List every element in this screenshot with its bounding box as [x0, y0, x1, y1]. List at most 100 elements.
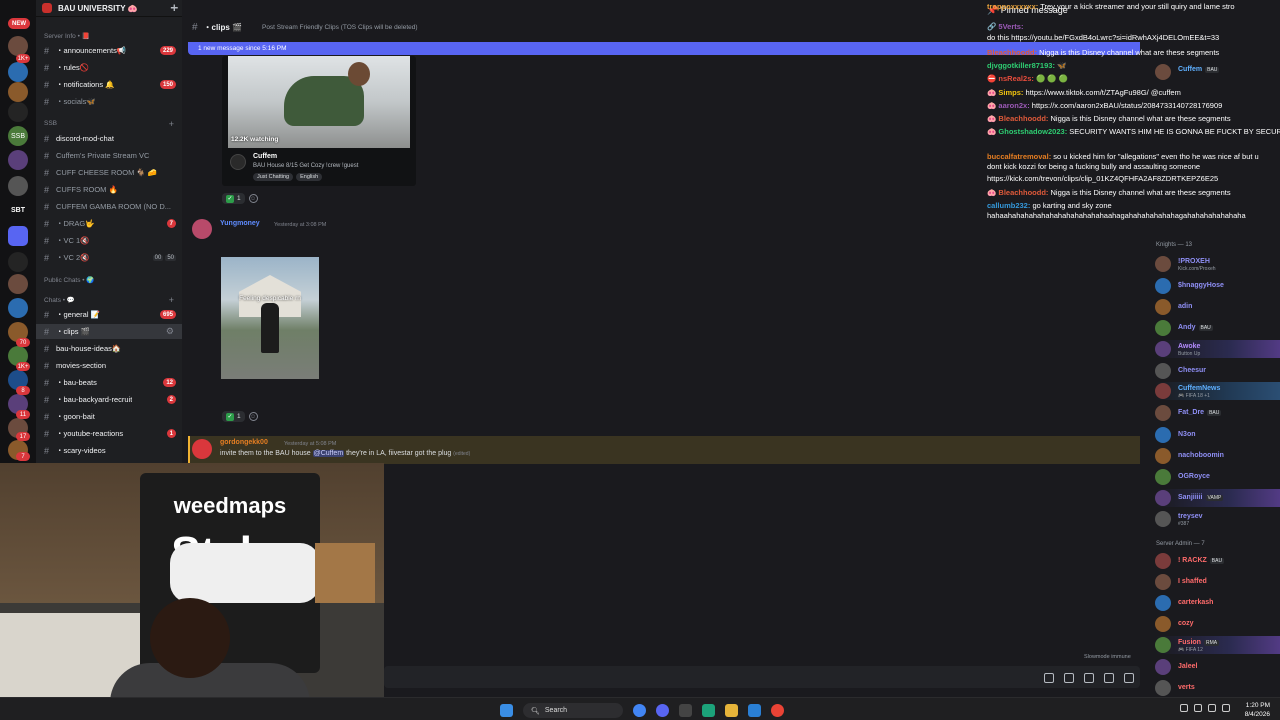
member-item[interactable]: treysev #387: [1155, 510, 1280, 528]
obs-icon[interactable]: [679, 704, 692, 717]
member-item[interactable]: I shaffed: [1155, 573, 1280, 591]
folder-icon[interactable]: [725, 704, 738, 717]
member-item[interactable]: verts: [1155, 679, 1280, 697]
channel-topic[interactable]: Post Stream Friendly Clips (TOS Clips wi…: [262, 24, 418, 31]
server-icon[interactable]: [8, 176, 28, 196]
channel-category[interactable]: Public Chats • 🌍: [36, 272, 182, 287]
avatar[interactable]: [192, 219, 212, 239]
new-badge[interactable]: NEW: [8, 18, 30, 29]
message-input[interactable]: [384, 666, 1140, 688]
stream-thumbnail[interactable]: [228, 56, 410, 148]
member-item[interactable]: $hnaggyHose: [1155, 277, 1280, 295]
channel-item[interactable]: # ・youtube-reactions 1: [36, 426, 182, 441]
stream-tag[interactable]: Just Chatting: [253, 173, 294, 181]
stream-tag[interactable]: English: [296, 173, 323, 181]
channel-category[interactable]: SSB +: [36, 116, 182, 131]
server-icon[interactable]: [8, 252, 28, 272]
member-item[interactable]: Fusion RMA 🎮 FIFA 12: [1155, 636, 1280, 654]
channel-item[interactable]: # ・bau-backyard-recruit 2: [36, 392, 182, 407]
reaction-check[interactable]: ✓ 1: [222, 193, 245, 204]
gift-icon[interactable]: [1044, 673, 1054, 683]
channel-item[interactable]: # ・scary-videos: [36, 443, 182, 458]
battery-icon[interactable]: [1222, 704, 1230, 712]
member-item[interactable]: N3on: [1155, 426, 1280, 444]
app-icon[interactable]: [702, 704, 715, 717]
channel-item[interactable]: # ・DRAG🤟 7: [36, 216, 182, 231]
server-header[interactable]: BAU UNIVERSITY 🐽 ➕︎: [36, 0, 182, 17]
add-channel-icon[interactable]: +: [169, 119, 174, 129]
member-item[interactable]: Fat_Dre BAU: [1155, 404, 1280, 422]
message-author[interactable]: gordongekk00: [220, 439, 268, 446]
member-item[interactable]: Sanjiiiii VAMP: [1155, 489, 1280, 507]
stream-embed[interactable]: 12.2K watching Cuffem BAU House 8/15 Get…: [222, 56, 416, 186]
add-reaction-icon[interactable]: ☺: [248, 412, 258, 421]
channel-item[interactable]: # ・bau-beats 12: [36, 375, 182, 390]
user-mention[interactable]: @Cuffem: [312, 450, 345, 457]
apps-icon[interactable]: [1124, 673, 1134, 683]
wifi-icon[interactable]: [1194, 704, 1202, 712]
channel-item[interactable]: # CUFF CHEESE ROOM 🐐 🧀: [36, 165, 182, 180]
member-item[interactable]: carterkash: [1155, 594, 1280, 612]
member-item[interactable]: nachoboomin: [1155, 447, 1280, 465]
channel-item[interactable]: # Cuffem's Private Stream VC: [36, 148, 182, 163]
channel-item[interactable]: # ・goon-bait: [36, 409, 182, 424]
emoji-icon[interactable]: [1104, 673, 1114, 683]
add-channel-icon[interactable]: +: [169, 295, 174, 305]
server-icon[interactable]: [8, 274, 28, 294]
member-item[interactable]: CuffemNews 🎮 FIFA 18 +1: [1155, 382, 1280, 400]
add-member-icon[interactable]: ➕︎: [170, 3, 178, 14]
server-icon[interactable]: [8, 150, 28, 170]
server-icon[interactable]: [8, 102, 28, 122]
channel-item[interactable]: # CUFFEM GAMBA ROOM (NO D...: [36, 199, 182, 214]
channel-item[interactable]: # ・VC 2🔇 00 50: [36, 250, 182, 265]
member-item[interactable]: Cheesur: [1155, 362, 1280, 380]
member-item[interactable]: ! RACKZ BAU: [1155, 552, 1280, 570]
member-item[interactable]: cozy: [1155, 615, 1280, 633]
member-item[interactable]: Jaleel: [1155, 658, 1280, 676]
app-icon[interactable]: [748, 704, 761, 717]
server-icon[interactable]: [8, 82, 28, 102]
server-icon[interactable]: [8, 36, 28, 56]
taskbar-search[interactable]: 🔍︎ Search: [523, 703, 623, 718]
streamer-name[interactable]: Cuffem: [253, 153, 277, 160]
channel-item[interactable]: # CUFFS ROOM 🔥: [36, 182, 182, 197]
server-folder-icon[interactable]: [8, 226, 28, 246]
gear-icon[interactable]: ⚙: [166, 326, 174, 337]
channel-item[interactable]: # ・VC 1🔇: [36, 233, 182, 248]
discord-icon[interactable]: [656, 704, 669, 717]
channel-item[interactable]: # ・clips 🎬 ⚙: [36, 324, 182, 339]
reaction-check[interactable]: ✓ 1: [222, 411, 245, 422]
avatar[interactable]: [192, 439, 212, 459]
chevron-up-icon[interactable]: [1180, 704, 1188, 712]
channel-item[interactable]: # ・notifications 🔔 150: [36, 77, 182, 92]
server-icon[interactable]: [8, 62, 28, 82]
server-name[interactable]: BAU UNIVERSITY 🐽: [58, 4, 138, 13]
channel-item[interactable]: # ・announcements📢 229: [36, 43, 182, 58]
channel-item[interactable]: # movies-section: [36, 358, 182, 373]
channel-item[interactable]: # bau-house-ideas🏠: [36, 341, 182, 356]
server-icon[interactable]: SSB: [8, 126, 28, 146]
gif-icon[interactable]: [1064, 673, 1074, 683]
add-reaction-icon[interactable]: ☺: [248, 194, 258, 203]
member-item[interactable]: Andy BAU: [1155, 319, 1280, 337]
channel-item[interactable]: # ・rules🚫: [36, 60, 182, 75]
member-item[interactable]: !PROXEH Kick.com/Proxeh: [1155, 255, 1280, 273]
member-item[interactable]: Awoke Button Up: [1155, 340, 1280, 358]
channel-item[interactable]: # discord-mod-chat: [36, 131, 182, 146]
channel-item[interactable]: # ・general 📝 695: [36, 307, 182, 322]
channel-category[interactable]: Chats • 💬 +: [36, 292, 182, 307]
start-icon[interactable]: [500, 704, 513, 717]
clock[interactable]: 1:20 PM 8/4/2026: [1245, 701, 1270, 719]
sticker-icon[interactable]: [1084, 673, 1094, 683]
image-attachment[interactable]: Feeling despicable rn: [221, 257, 319, 379]
message-author[interactable]: Yungmoney: [220, 220, 260, 227]
chrome-icon[interactable]: [771, 704, 784, 717]
channel-category[interactable]: Server Info • 📕: [36, 28, 182, 43]
member-item[interactable]: Cuffem BAU: [1155, 63, 1280, 81]
chrome-icon[interactable]: [633, 704, 646, 717]
member-item[interactable]: OGRoyce: [1155, 468, 1280, 486]
server-icon[interactable]: SBT: [8, 200, 28, 220]
channel-item[interactable]: # ・socials🦋: [36, 94, 182, 109]
member-item[interactable]: adin: [1155, 298, 1280, 316]
volume-icon[interactable]: [1208, 704, 1216, 712]
